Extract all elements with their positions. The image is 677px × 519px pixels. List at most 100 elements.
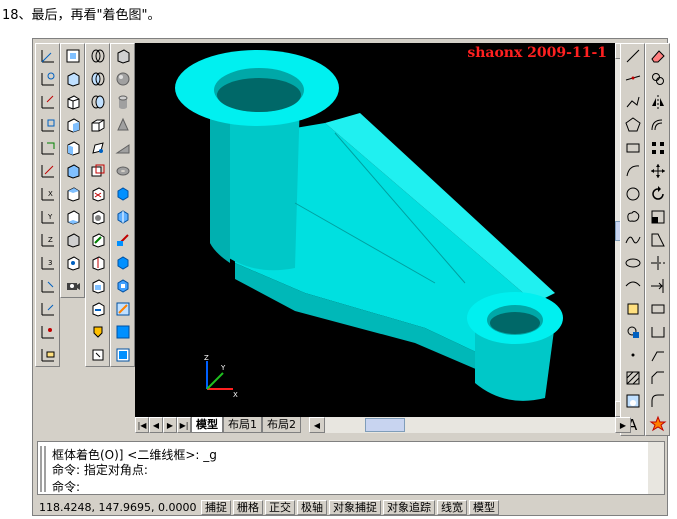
- scroll-thumb[interactable]: [365, 418, 405, 432]
- command-scrollbar[interactable]: [648, 442, 664, 494]
- tab-model[interactable]: 模型: [191, 417, 223, 433]
- trim-icon[interactable]: [646, 251, 669, 274]
- view-icon[interactable]: [61, 251, 84, 274]
- setup-icon[interactable]: [111, 320, 134, 343]
- edit-icon[interactable]: [86, 182, 109, 205]
- hatch-icon[interactable]: [621, 366, 644, 389]
- sphere-icon[interactable]: [111, 67, 134, 90]
- ucs-icon[interactable]: Z: [36, 228, 59, 251]
- ucs-icon[interactable]: [36, 90, 59, 113]
- view-icon[interactable]: [61, 136, 84, 159]
- snap-button[interactable]: 捕捉: [201, 499, 231, 515]
- polyline-icon[interactable]: [621, 90, 644, 113]
- edit-icon[interactable]: [86, 251, 109, 274]
- view-icon[interactable]: [61, 44, 84, 67]
- construction-line-icon[interactable]: [621, 67, 644, 90]
- command-window[interactable]: 框体着色(O)] <二维线框>: _g 命令: 指定对角点: 命令:: [37, 441, 665, 495]
- scroll-right-icon[interactable]: ▶: [615, 417, 631, 433]
- polygon-icon[interactable]: [621, 113, 644, 136]
- revolve-icon[interactable]: [111, 205, 134, 228]
- view-icon[interactable]: [61, 159, 84, 182]
- scroll-left-icon[interactable]: ◀: [309, 417, 325, 433]
- orbit-icon[interactable]: [86, 44, 109, 67]
- last-tab-icon[interactable]: ▶|: [177, 417, 191, 433]
- join-icon[interactable]: [646, 343, 669, 366]
- edit-icon[interactable]: [86, 297, 109, 320]
- region-icon[interactable]: [621, 389, 644, 412]
- ucs-icon[interactable]: [36, 136, 59, 159]
- break-icon[interactable]: [646, 297, 669, 320]
- move-icon[interactable]: [646, 159, 669, 182]
- camera-icon[interactable]: [61, 274, 84, 297]
- ucs-icon[interactable]: [36, 343, 59, 366]
- point-icon[interactable]: [621, 343, 644, 366]
- explode-icon[interactable]: [646, 412, 669, 435]
- otrack-button[interactable]: 对象追踪: [383, 499, 435, 515]
- make-block-icon[interactable]: [621, 320, 644, 343]
- line-icon[interactable]: [621, 44, 644, 67]
- ucs-icon[interactable]: [36, 320, 59, 343]
- edit-icon[interactable]: [86, 274, 109, 297]
- erase-icon[interactable]: [646, 44, 669, 67]
- edit-icon[interactable]: [86, 343, 109, 366]
- extend-icon[interactable]: [646, 274, 669, 297]
- paint-icon[interactable]: [86, 320, 109, 343]
- view-icon[interactable]: [61, 182, 84, 205]
- rotate-icon[interactable]: [646, 182, 669, 205]
- chamfer-icon[interactable]: [646, 366, 669, 389]
- view-icon[interactable]: [61, 205, 84, 228]
- section-icon[interactable]: [111, 251, 134, 274]
- ucs-icon[interactable]: [36, 274, 59, 297]
- ucs-icon[interactable]: [36, 113, 59, 136]
- insert-block-icon[interactable]: [621, 297, 644, 320]
- view-icon[interactable]: [61, 113, 84, 136]
- arc-icon[interactable]: [621, 159, 644, 182]
- rectangle-icon[interactable]: [621, 136, 644, 159]
- revcloud-icon[interactable]: [621, 205, 644, 228]
- command-prompt[interactable]: 命令:: [52, 478, 80, 495]
- circle-icon[interactable]: [621, 182, 644, 205]
- model-button[interactable]: 模型: [469, 499, 499, 515]
- orbit-icon[interactable]: [86, 67, 109, 90]
- fillet-icon[interactable]: [646, 389, 669, 412]
- ucs-icon[interactable]: [36, 297, 59, 320]
- scale-icon[interactable]: [646, 205, 669, 228]
- break-at-point-icon[interactable]: [646, 320, 669, 343]
- setup-icon[interactable]: [111, 343, 134, 366]
- prev-tab-icon[interactable]: ◀: [149, 417, 163, 433]
- ucs-icon[interactable]: 3: [36, 251, 59, 274]
- drawing-canvas[interactable]: shaonx 2009-11-1 Z Y X: [135, 43, 615, 417]
- torus-icon[interactable]: [111, 159, 134, 182]
- box-icon[interactable]: [111, 44, 134, 67]
- ucs-icon[interactable]: [36, 44, 59, 67]
- ellipse-arc-icon[interactable]: [621, 274, 644, 297]
- command-grip[interactable]: [40, 446, 46, 492]
- ellipse-icon[interactable]: [621, 251, 644, 274]
- ortho-button[interactable]: 正交: [265, 499, 295, 515]
- cylinder-icon[interactable]: [111, 90, 134, 113]
- cone-icon[interactable]: [111, 113, 134, 136]
- lineweight-button[interactable]: 线宽: [437, 499, 467, 515]
- interfere-icon[interactable]: [111, 274, 134, 297]
- tab-layout2[interactable]: 布局2: [262, 417, 301, 433]
- slice-icon[interactable]: [111, 228, 134, 251]
- edit-icon[interactable]: [86, 228, 109, 251]
- mirror-icon[interactable]: [646, 90, 669, 113]
- view-icon[interactable]: [61, 228, 84, 251]
- polar-button[interactable]: 极轴: [297, 499, 327, 515]
- orbit-icon[interactable]: [86, 90, 109, 113]
- horizontal-scrollbar[interactable]: ◀ ▶: [309, 417, 631, 433]
- box-icon[interactable]: [86, 113, 109, 136]
- edit-icon[interactable]: [86, 136, 109, 159]
- extrude-icon[interactable]: [111, 182, 134, 205]
- osnap-button[interactable]: 对象捕捉: [329, 499, 381, 515]
- grid-button[interactable]: 栅格: [233, 499, 263, 515]
- wedge-icon[interactable]: [111, 136, 134, 159]
- view-icon[interactable]: [61, 67, 84, 90]
- next-tab-icon[interactable]: ▶: [163, 417, 177, 433]
- view-icon[interactable]: [61, 90, 84, 113]
- edit-icon[interactable]: [86, 159, 109, 182]
- ucs-icon[interactable]: Y: [36, 205, 59, 228]
- edit-icon[interactable]: [86, 205, 109, 228]
- ucs-icon[interactable]: X: [36, 182, 59, 205]
